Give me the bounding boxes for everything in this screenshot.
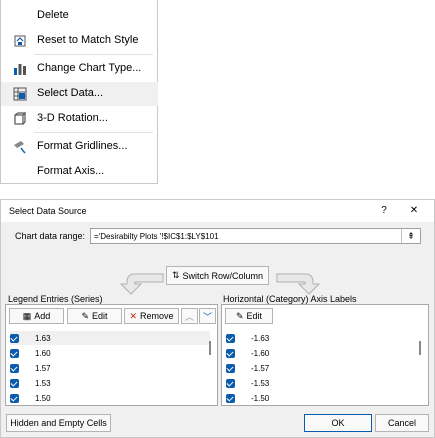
chevron-down-icon: ﹀ [202, 311, 212, 322]
list-item[interactable]: 1.63 [10, 331, 210, 345]
edit-label: Edit [92, 311, 108, 321]
category-label: -1.57 [251, 363, 270, 373]
list-item[interactable]: -1.50 [226, 391, 269, 405]
rotation-3d-icon [12, 111, 28, 127]
menu-item-delete[interactable]: Delete [1, 4, 158, 28]
collapse-range-icon[interactable]: ⇞ [401, 229, 420, 243]
checkbox[interactable] [226, 348, 235, 358]
chevron-up-icon: ︿ [184, 311, 194, 322]
chart-data-range-value: ='Desirabilty Plots '!$IC$1:$LY$101 [94, 232, 219, 241]
list-item[interactable]: 1.60 [10, 346, 51, 360]
edit-icon: ✎ [81, 310, 90, 321]
checkbox[interactable] [10, 393, 19, 403]
ok-button[interactable]: OK [304, 414, 372, 432]
list-item[interactable]: -1.60 [226, 346, 269, 360]
list-item[interactable]: 1.53 [10, 376, 51, 390]
chart-type-icon [12, 61, 28, 77]
help-button[interactable]: ? [375, 203, 393, 219]
menu-separator [34, 54, 153, 55]
edit-series-button[interactable]: ✎ Edit [67, 308, 122, 324]
switch-row-column-button[interactable]: ⇅ Switch Row/Column [166, 266, 269, 285]
menu-item-change-chart-type[interactable]: Change Chart Type... [1, 57, 158, 81]
scrollbar[interactable] [209, 341, 211, 355]
checkbox[interactable] [10, 378, 19, 388]
edit-axis-button[interactable]: ✎ Edit [225, 308, 273, 324]
add-icon: ▦ [22, 310, 32, 321]
chart-data-range-input[interactable]: ='Desirabilty Plots '!$IC$1:$LY$101 ⇞ [90, 228, 421, 244]
menu-item-label: Format Axis... [37, 165, 105, 177]
axis-labels-panel: ✎ Edit -1.63 -1.60 -1.57 -1.53 -1.50 [221, 304, 429, 406]
series-label: 1.60 [35, 348, 51, 358]
remove-series-button[interactable]: ✕ Remove [124, 308, 179, 324]
cancel-button[interactable]: Cancel [375, 414, 429, 432]
list-item[interactable]: -1.63 [226, 331, 269, 345]
move-down-button[interactable]: ﹀ [199, 308, 216, 324]
remove-label: Remove [140, 311, 174, 321]
menu-item-format-gridlines[interactable]: Format Gridlines... [1, 135, 158, 159]
close-button[interactable]: ✕ [405, 203, 423, 219]
menu-item-label: Change Chart Type... [37, 62, 142, 74]
context-menu: Delete Reset to Match Style Change Chart… [0, 0, 158, 184]
reset-style-icon [12, 33, 28, 49]
series-label: 1.50 [35, 393, 51, 403]
right-arrow-icon [276, 273, 321, 295]
checkbox[interactable] [10, 363, 19, 373]
menu-item-select-data[interactable]: Select Data... [1, 82, 158, 106]
category-label: -1.60 [251, 348, 270, 358]
category-label: -1.63 [251, 333, 270, 343]
switch-icon: ⇅ [171, 270, 180, 280]
switch-row-column-label: Switch Row/Column [182, 270, 264, 281]
menu-item-reset-style[interactable]: Reset to Match Style [1, 29, 158, 53]
menu-item-label: Delete [37, 9, 69, 21]
checkbox[interactable] [226, 393, 235, 403]
list-item[interactable]: 1.57 [10, 361, 51, 375]
select-data-source-dialog: Select Data Source ? ✕ Chart data range:… [0, 199, 435, 438]
add-label: Add [34, 311, 51, 321]
checkbox[interactable] [10, 333, 19, 343]
select-data-icon [12, 86, 28, 102]
add-series-button[interactable]: ▦ Add [9, 308, 64, 324]
menu-item-label: Format Gridlines... [37, 140, 128, 152]
move-up-button[interactable]: ︿ [181, 308, 198, 324]
series-label: 1.53 [35, 378, 51, 388]
axis-labels-title: Horizontal (Category) Axis Labels [223, 294, 357, 304]
legend-entries-title: Legend Entries (Series) [8, 294, 103, 304]
list-item[interactable]: -1.57 [226, 361, 269, 375]
menu-item-label: Select Data... [37, 87, 104, 99]
legend-entries-panel: ▦ Add ✎ Edit ✕ Remove ︿ ﹀ 1.63 1.60 1.57… [5, 304, 218, 406]
menu-item-label: Reset to Match Style [37, 34, 139, 46]
checkbox[interactable] [226, 333, 235, 343]
series-label: 1.63 [35, 333, 51, 343]
menu-item-label: 3-D Rotation... [37, 112, 108, 124]
chart-data-range-label: Chart data range: [15, 231, 86, 241]
dialog-titlebar: Select Data Source ? ✕ [1, 200, 434, 222]
series-label: 1.57 [35, 363, 51, 373]
checkbox[interactable] [226, 378, 235, 388]
category-label: -1.53 [251, 378, 270, 388]
category-label: -1.50 [251, 393, 270, 403]
format-gridlines-icon [12, 139, 28, 155]
menu-item-3d-rotation[interactable]: 3-D Rotation... [1, 107, 158, 131]
hidden-empty-cells-button[interactable]: Hidden and Empty Cells [6, 414, 111, 432]
edit-axis-label: Edit [246, 311, 263, 321]
checkbox[interactable] [10, 348, 19, 358]
menu-separator [34, 132, 153, 133]
checkbox[interactable] [226, 363, 235, 373]
dialog-title: Select Data Source [9, 206, 87, 216]
scrollbar[interactable] [419, 341, 421, 355]
list-item[interactable]: 1.50 [10, 391, 51, 405]
remove-icon: ✕ [129, 310, 138, 321]
list-item[interactable]: -1.53 [226, 376, 269, 390]
edit-icon: ✎ [235, 310, 244, 321]
menu-item-format-axis[interactable]: Format Axis... [1, 160, 158, 184]
left-arrow-icon [119, 273, 164, 295]
